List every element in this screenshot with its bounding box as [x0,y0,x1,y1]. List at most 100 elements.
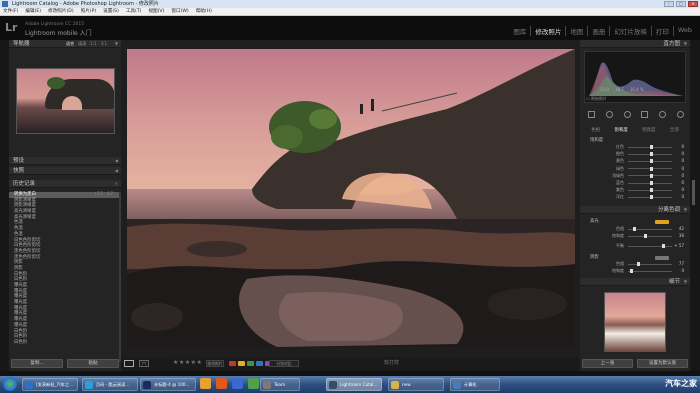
slider-track[interactable] [628,262,672,266]
left-panel-edge[interactable] [0,40,9,371]
before-after-button[interactable]: YY [139,360,149,367]
adjustment-brush-icon[interactable] [676,111,684,118]
taskbar-item[interactable]: [发表新帖_汽车之... [22,377,78,391]
previous-button[interactable]: 上一张 [582,359,633,368]
right-panel-edge[interactable] [690,40,700,371]
slider-track[interactable] [628,152,672,157]
taskbar-item[interactable]: 页码 - 酷云阅读... [82,377,138,391]
navigator-preview[interactable] [16,68,115,134]
slider-value[interactable]: 36 [674,233,684,239]
adjustment-slider[interactable]: 色相 42 [588,226,684,232]
adjustment-slider[interactable]: 黄色 0 [588,158,684,164]
color-label-swatch[interactable] [229,361,236,366]
taskbar-item[interactable]: 计算机 [450,377,500,391]
slider-track[interactable] [628,145,672,149]
spot-removal-icon[interactable] [605,111,613,118]
slider-track[interactable] [628,181,672,185]
slider-knob[interactable] [650,181,653,185]
navigator-zoom-tab[interactable]: 适合 [66,40,74,48]
navigator-zoom-tab[interactable]: 填满 [78,40,86,48]
compare-dropdown[interactable]: 分别对比 [269,360,299,367]
collapse-triangle-icon[interactable]: ▼ [684,206,687,214]
color-label-swatch[interactable] [247,361,254,366]
star-rating[interactable]: ★★★★★ [173,359,202,366]
menu-item[interactable]: 窗口(W) [171,8,188,15]
taskbar-item[interactable]: new [388,377,444,391]
taskbar-item[interactable]: 未标题-4 @ 100... [140,377,196,391]
adjustment-slider[interactable]: 洋红 0 [588,194,684,200]
navigator-zoom-tab[interactable]: 3:1 [101,40,107,48]
module-tab[interactable]: 修改照片 [531,26,567,36]
slider-knob[interactable] [650,166,653,171]
soft-proofing-toggle[interactable]: 软打样 [384,359,399,366]
menu-item[interactable]: 修改照片(D) [48,8,74,15]
collapse-triangle-icon[interactable]: ▼ [115,40,118,48]
slider-value[interactable]: + 57 [674,243,684,249]
menu-item[interactable]: 编辑(E) [25,8,41,15]
adjustment-slider[interactable]: 饱和度 4 [588,268,684,274]
menu-item[interactable]: 工具(T) [126,8,142,15]
adjustment-slider[interactable]: 紫色 0 [588,187,684,193]
slider-value[interactable]: 4 [674,268,684,274]
color-label-swatch[interactable] [238,361,245,366]
slider-knob[interactable] [650,145,653,149]
module-tab[interactable]: 打印 [652,26,674,36]
shadow-color-swatch[interactable] [655,256,669,260]
pinned-app-icon[interactable] [200,378,211,389]
slider-value[interactable]: 0 [674,166,684,172]
adjustment-slider[interactable]: 色相 77 [588,261,684,267]
adjustment-slider[interactable]: 饱和度 36 [588,233,684,239]
slider-track[interactable] [628,188,672,193]
reset-button[interactable]: 设置为默认值 [637,359,688,368]
slider-knob[interactable] [629,269,633,273]
slider-knob[interactable] [650,152,653,157]
collapse-triangle-icon[interactable]: ▼ [684,40,687,48]
menu-item[interactable]: 设置(S) [103,8,119,15]
slider-track[interactable] [628,195,672,200]
menu-item[interactable]: 文件(F) [3,8,18,15]
expand-triangle-icon[interactable]: ◀ [115,157,118,165]
slider-knob[interactable] [662,244,666,248]
slider-track[interactable] [628,227,672,231]
adjustment-slider[interactable]: 红色 0 [588,144,684,150]
close-history-icon[interactable]: × [115,180,118,188]
navigator-header[interactable]: 导航器 适合 填满 1:1 3:1 ▼ [9,40,121,48]
hsl-tab[interactable]: 明亮度 [642,127,655,133]
slider-track[interactable] [628,159,672,164]
slider-track[interactable] [628,173,672,178]
slider-knob[interactable] [650,195,653,200]
slider-knob[interactable] [637,262,641,266]
minimize-button[interactable]: – [664,1,674,7]
slider-track[interactable] [628,234,672,238]
collapse-triangle-icon[interactable]: ▼ [684,278,687,286]
expand-triangle-icon[interactable]: ◀ [115,167,118,175]
taskbar-item[interactable]: Lightroom Catal... [326,377,382,391]
adjustment-slider[interactable]: 蓝色 0 [588,180,684,186]
slider-knob[interactable] [643,234,647,238]
module-tab[interactable]: 画册 [588,26,611,36]
module-tab[interactable]: 地图 [566,26,589,36]
slider-value[interactable]: 0 [674,144,684,150]
module-tab[interactable]: 图库 [509,26,532,36]
slider-track[interactable] [628,166,672,171]
slider-value[interactable]: 0 [674,158,684,164]
detail-preview[interactable] [604,292,666,352]
red-eye-icon[interactable] [623,111,631,118]
menu-item[interactable]: 照片(P) [81,8,97,15]
adjustment-slider[interactable]: 绿色 0 [588,166,684,172]
menu-item[interactable]: 帮助(H) [196,8,212,15]
histogram-header[interactable]: 直方图 ▼ [580,40,690,48]
color-label-swatch[interactable] [256,361,263,366]
maximize-button[interactable]: □ [676,1,686,7]
slider-value[interactable]: 0 [674,194,684,200]
highlight-color-swatch[interactable] [655,220,669,224]
history-header[interactable]: 历史记录 × [9,180,121,188]
radial-filter-icon[interactable] [659,111,667,118]
hsl-tab[interactable]: 色相 [591,127,600,133]
start-button[interactable] [3,377,17,391]
paste-button[interactable]: 粘贴 [67,359,119,368]
pinned-app-icon[interactable] [216,378,227,389]
slider-value[interactable]: 77 [674,261,684,267]
right-panel-scrollbar[interactable] [692,180,695,205]
history-scrollbar[interactable] [119,192,121,362]
